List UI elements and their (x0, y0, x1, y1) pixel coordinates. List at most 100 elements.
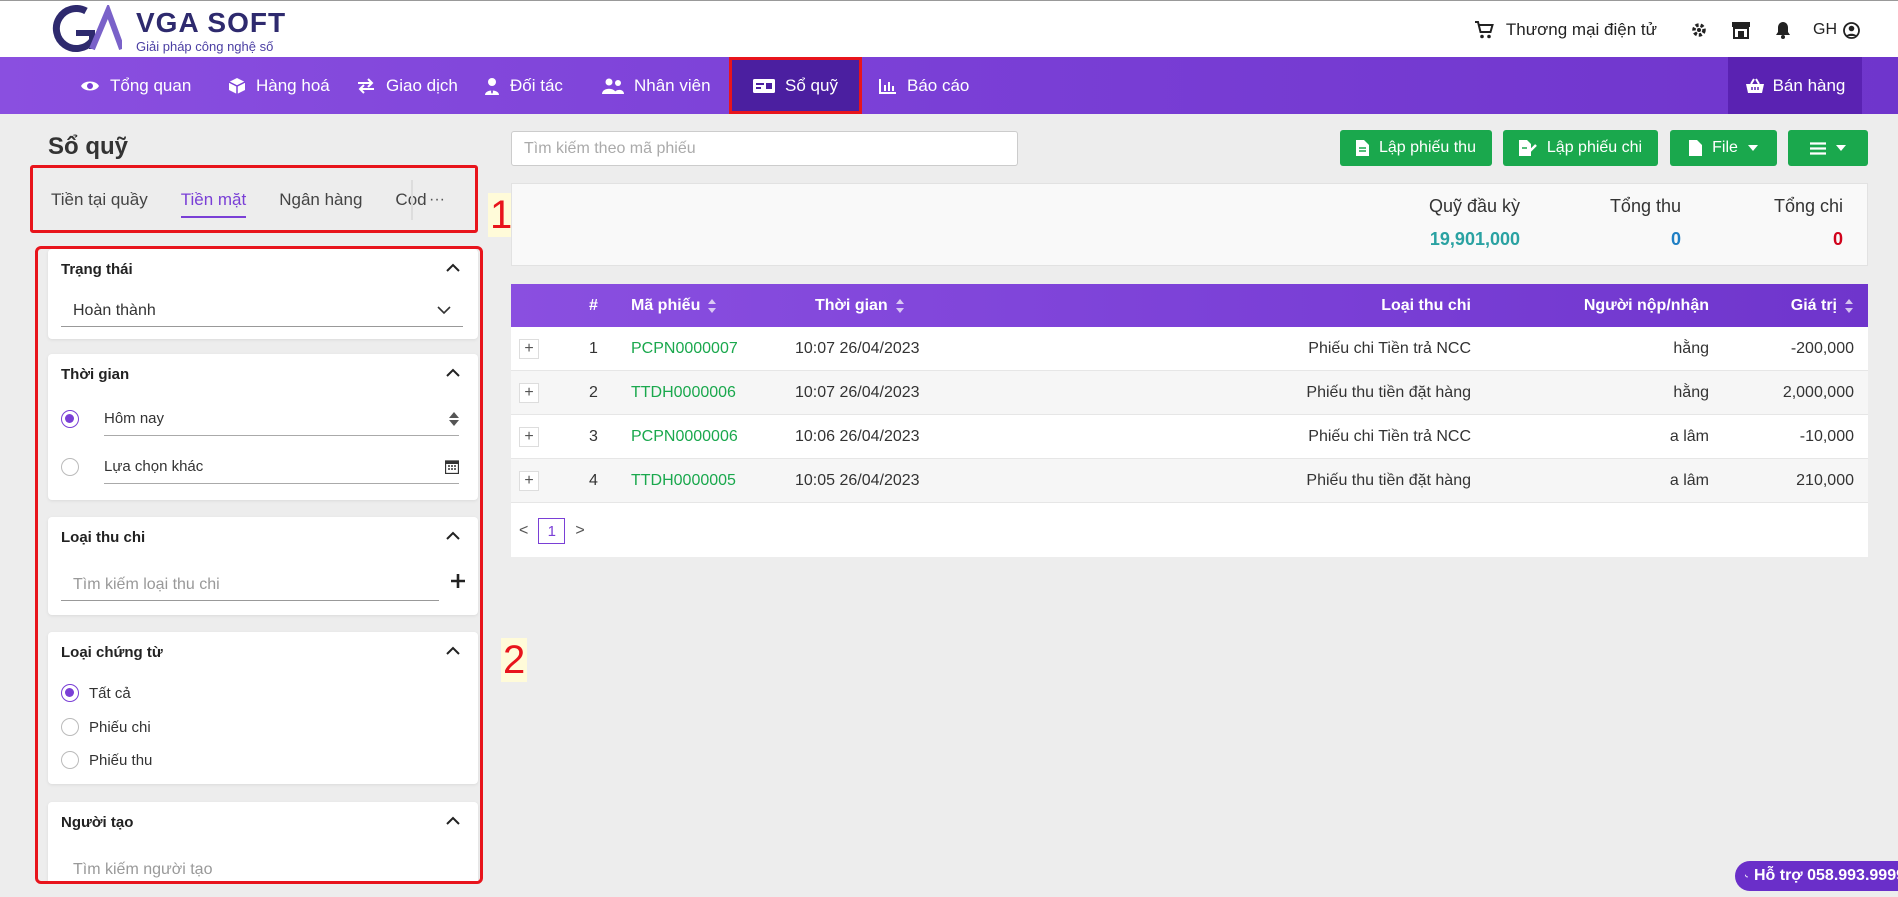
radio-custom[interactable] (61, 458, 79, 476)
col-code[interactable]: Mã phiếu (631, 284, 717, 327)
store-button[interactable] (1729, 18, 1753, 42)
opening-balance-label: Quỹ đầu kỳ (1428, 196, 1520, 216)
voucher-option-receipt[interactable]: Phiếu thu (61, 751, 152, 769)
sell-label: Bán hàng (1772, 75, 1846, 95)
creator-search-input[interactable]: Tìm kiếm người tạo (61, 854, 439, 881)
top-bar: VGA SOFT Giải pháp công nghệ số Thương m… (0, 0, 1898, 57)
sort-icon (895, 298, 905, 313)
sell-button[interactable]: Bán hàng (1728, 57, 1862, 114)
status-select-value: Hoàn thành (73, 301, 156, 319)
table-row[interactable]: + 1 PCPN0000007 10:07 26/04/2023 Phiếu c… (511, 327, 1868, 371)
chevron-up-icon[interactable] (446, 263, 460, 272)
nav-item-transactions[interactable]: Giao dịch (356, 57, 458, 114)
time-filter-card: Thời gian Hôm nay Lựa chọn khác (48, 354, 478, 500)
ecommerce-link[interactable]: Thương mại điện tử (1474, 20, 1657, 40)
brand-subtitle: Giải pháp công nghệ số (136, 39, 274, 54)
chevron-up-icon[interactable] (446, 368, 460, 377)
nav-item-cashbook[interactable]: Sổ quỹ (729, 57, 862, 114)
user-initials: GH (1813, 21, 1837, 38)
col-type: Loại thu chi (1381, 296, 1471, 314)
nav-label: Tổng quan (110, 75, 192, 95)
row-expand-button[interactable]: + (519, 427, 539, 447)
create-receipt-button[interactable]: Lập phiếu thu (1340, 130, 1492, 166)
time-option-today[interactable]: Hôm nay (61, 402, 463, 436)
status-select[interactable]: Hoàn thành (61, 295, 463, 327)
box-icon (228, 77, 246, 94)
row-number: 4 (589, 472, 598, 489)
radio-today[interactable] (61, 410, 79, 428)
pagination: < 1 > (519, 518, 585, 544)
radio-payment[interactable] (61, 718, 79, 736)
chevron-up-icon[interactable] (446, 646, 460, 655)
radio-receipt[interactable] (61, 751, 79, 769)
store-icon (1732, 22, 1750, 39)
notifications-button[interactable] (1771, 18, 1795, 42)
chevron-up-icon[interactable] (446, 531, 460, 540)
col-value[interactable]: Giá trị (1791, 284, 1854, 327)
logo-mark-icon (52, 5, 122, 53)
prev-page-button[interactable]: < (519, 522, 528, 540)
row-person: hằng (1673, 340, 1709, 357)
tab-cash-at-counter[interactable]: Tiền tại quầy (51, 180, 148, 220)
col-code-label: Mã phiếu (631, 296, 701, 314)
table-row[interactable]: + 3 PCPN0000006 10:06 26/04/2023 Phiếu c… (511, 415, 1868, 459)
row-type: Phiếu thu tiền đặt hàng (1306, 384, 1471, 401)
add-category-plus-icon[interactable] (450, 573, 466, 589)
exchange-icon (358, 77, 374, 94)
tabs-more-button[interactable]: ··· (411, 180, 461, 220)
support-hotline-button[interactable]: Hỗ trợ 058.993.9999 (1735, 861, 1898, 891)
nav-item-partners[interactable]: Đối tác (484, 57, 563, 114)
page-1-button[interactable]: 1 (538, 518, 566, 544)
row-code-link[interactable]: TTDH0000005 (631, 459, 736, 503)
row-expand-button[interactable]: + (519, 471, 539, 491)
opening-balance-value: 19,901,000 (1429, 229, 1520, 249)
row-value: 210,000 (1796, 472, 1854, 489)
create-receipt-label: Lập phiếu thu (1379, 139, 1476, 156)
time-preset-select[interactable]: Hôm nay (104, 402, 459, 436)
chevron-up-icon[interactable] (446, 816, 460, 825)
nav-item-overview[interactable]: Tổng quan (80, 57, 191, 114)
category-filter-card: Loại thu chi Tìm kiếm loại thu chi (48, 517, 478, 615)
logo[interactable]: VGA SOFT Giải pháp công nghệ số (52, 5, 292, 55)
voucher-search-input[interactable]: Tìm kiếm theo mã phiếu (511, 131, 1018, 166)
bar-chart-icon (879, 78, 896, 94)
user-tie-icon (485, 77, 499, 95)
creator-filter-title: Người tạo (61, 814, 134, 831)
tab-bank[interactable]: Ngân hàng (279, 180, 362, 220)
file-signature-icon (1518, 140, 1537, 156)
row-expand-button[interactable]: + (519, 339, 539, 359)
nav-item-reports[interactable]: Báo cáo (879, 57, 969, 114)
cart-icon (1474, 21, 1494, 39)
col-value-label: Giá trị (1790, 296, 1837, 314)
voucher-option-payment[interactable]: Phiếu chi (61, 718, 151, 736)
row-code-link[interactable]: PCPN0000006 (631, 415, 738, 459)
user-menu[interactable]: GH (1813, 21, 1860, 39)
next-page-button[interactable]: > (575, 522, 584, 540)
row-person: a lâm (1669, 428, 1709, 445)
radio-all[interactable] (61, 684, 79, 702)
settings-button[interactable] (1687, 18, 1711, 42)
date-range-field[interactable]: Lựa chọn khác (104, 450, 459, 484)
nav-label: Báo cáo (907, 75, 970, 95)
col-number: # (589, 296, 598, 314)
voucher-option-all[interactable]: Tất cả (61, 684, 131, 702)
col-time[interactable]: Thời gian (815, 284, 905, 327)
file-menu-button[interactable]: File (1670, 130, 1777, 166)
nav-item-products[interactable]: Hàng hoá (228, 57, 330, 114)
row-value: -10,000 (1799, 428, 1854, 445)
nav-item-staff[interactable]: Nhân viên (602, 57, 711, 114)
table-row[interactable]: + 4 TTDH0000005 10:05 26/04/2023 Phiếu t… (511, 459, 1868, 503)
category-search-input[interactable]: Tìm kiếm loại thu chi (61, 569, 439, 601)
row-type: Phiếu thu tiền đặt hàng (1306, 472, 1471, 489)
total-expense: Tổng chi 0 (1774, 196, 1843, 250)
time-preset-value: Hôm nay (104, 410, 165, 427)
table-row[interactable]: + 2 TTDH0000006 10:07 26/04/2023 Phiếu t… (511, 371, 1868, 415)
tab-cash[interactable]: Tiền mặt (180, 180, 246, 220)
row-code-link[interactable]: PCPN0000007 (631, 327, 738, 371)
row-number: 2 (589, 384, 598, 401)
more-menu-button[interactable] (1788, 130, 1868, 166)
create-payment-button[interactable]: Lập phiếu chi (1503, 130, 1658, 166)
row-expand-button[interactable]: + (519, 383, 539, 403)
row-code-link[interactable]: TTDH0000006 (631, 371, 736, 415)
time-option-custom[interactable]: Lựa chọn khác (61, 450, 463, 484)
